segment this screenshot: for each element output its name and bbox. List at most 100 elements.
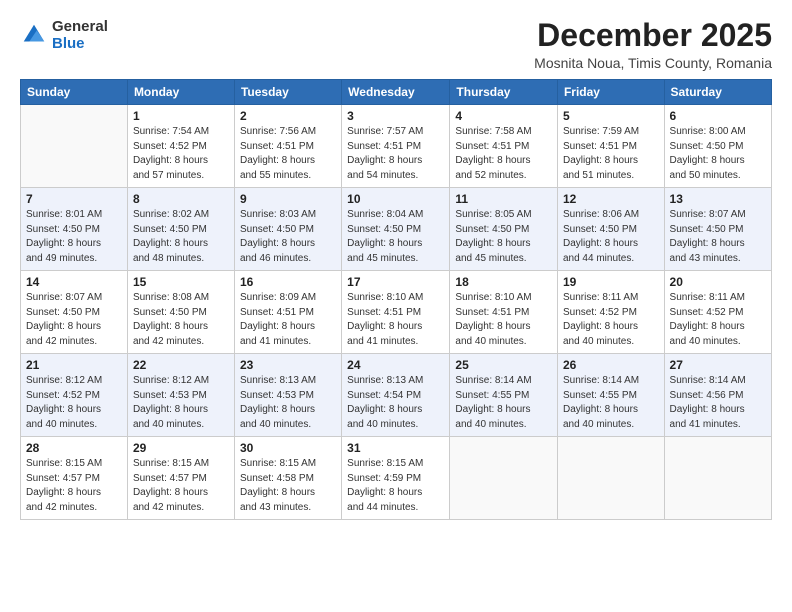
table-cell: 31Sunrise: 8:15 AM Sunset: 4:59 PM Dayli… [342, 437, 450, 520]
day-number: 14 [26, 275, 122, 289]
table-cell: 13 Sunrise: 8:07 AM Sunset: 4:50 PM Dayli… [664, 188, 771, 271]
header-wednesday: Wednesday [342, 80, 450, 105]
day-info: Sunrise: 8:11 AM Sunset: 4:52 PM Dayligh… [670, 291, 766, 349]
day-number: 23 [240, 358, 336, 372]
calendar-header-row: Sunday Monday Tuesday Wednesday Thursday… [21, 80, 772, 105]
day-number: 29 [133, 441, 229, 455]
table-cell [557, 437, 664, 520]
day-number: 30 [240, 441, 336, 455]
day-number: 16 [240, 275, 336, 289]
day-info: Sunrise: 8:14 AM Sunset: 4:55 PM Dayligh… [455, 374, 552, 432]
day-info: Sunrise: 8:08 AM Sunset: 4:50 PM Dayligh… [133, 291, 229, 349]
table-cell: 1 Sunrise: 7:54 AM Sunset: 4:52 PM Daylig… [127, 105, 234, 188]
table-cell: 21Sunrise: 8:12 AM Sunset: 4:52 PM Dayli… [21, 354, 128, 437]
table-cell: 26 Sunrise: 8:14 AM Sunset: 4:55 PM Dayli… [557, 354, 664, 437]
header-saturday: Saturday [664, 80, 771, 105]
header: General Blue December 2025 Mosnita Noua,… [20, 18, 772, 71]
day-info: Sunrise: 8:11 AM Sunset: 4:52 PM Dayligh… [563, 291, 659, 349]
day-info: Sunrise: 8:13 AM Sunset: 4:53 PM Dayligh… [240, 374, 336, 432]
table-cell: 18Sunrise: 8:10 AM Sunset: 4:51 PM Dayli… [450, 271, 558, 354]
day-number: 7 [26, 192, 122, 206]
day-number: 22 [133, 358, 229, 372]
table-cell: 20 Sunrise: 8:11 AM Sunset: 4:52 PM Dayli… [664, 271, 771, 354]
table-cell: 25 Sunrise: 8:14 AM Sunset: 4:55 PM Dayli… [450, 354, 558, 437]
day-info: Sunrise: 8:14 AM Sunset: 4:55 PM Dayligh… [563, 374, 659, 432]
day-info: Sunrise: 7:59 AM Sunset: 4:51 PM Dayligh… [563, 125, 659, 183]
day-info: Sunrise: 8:09 AM Sunset: 4:51 PM Dayligh… [240, 291, 336, 349]
table-cell: 6Sunrise: 8:00 AM Sunset: 4:50 PM Daylig… [664, 105, 771, 188]
logo-text: General Blue [52, 18, 108, 53]
day-info: Sunrise: 8:13 AM Sunset: 4:54 PM Dayligh… [347, 374, 444, 432]
day-number: 21 [26, 358, 122, 372]
day-info: Sunrise: 8:02 AM Sunset: 4:50 PM Dayligh… [133, 208, 229, 266]
day-info: Sunrise: 8:10 AM Sunset: 4:51 PM Dayligh… [347, 291, 444, 349]
logo: General Blue [20, 18, 108, 53]
day-number: 3 [347, 109, 444, 123]
day-info: Sunrise: 7:54 AM Sunset: 4:52 PM Dayligh… [133, 125, 229, 183]
day-info: Sunrise: 8:15 AM Sunset: 4:58 PM Dayligh… [240, 457, 336, 515]
table-cell: 3 Sunrise: 7:57 AM Sunset: 4:51 PM Daylig… [342, 105, 450, 188]
day-info: Sunrise: 8:05 AM Sunset: 4:50 PM Dayligh… [455, 208, 552, 266]
day-number: 27 [670, 358, 766, 372]
day-info: Sunrise: 8:04 AM Sunset: 4:50 PM Dayligh… [347, 208, 444, 266]
calendar: Sunday Monday Tuesday Wednesday Thursday… [20, 79, 772, 520]
day-info: Sunrise: 8:10 AM Sunset: 4:51 PM Dayligh… [455, 291, 552, 349]
day-number: 24 [347, 358, 444, 372]
day-number: 13 [670, 192, 766, 206]
day-number: 6 [670, 109, 766, 123]
day-info: Sunrise: 7:58 AM Sunset: 4:51 PM Dayligh… [455, 125, 552, 183]
day-number: 8 [133, 192, 229, 206]
table-cell [450, 437, 558, 520]
day-number: 26 [563, 358, 659, 372]
day-number: 17 [347, 275, 444, 289]
table-cell: 11 Sunrise: 8:05 AM Sunset: 4:50 PM Dayli… [450, 188, 558, 271]
day-info: Sunrise: 8:14 AM Sunset: 4:56 PM Dayligh… [670, 374, 766, 432]
table-cell: 22Sunrise: 8:12 AM Sunset: 4:53 PM Dayli… [127, 354, 234, 437]
week-row-4: 21Sunrise: 8:12 AM Sunset: 4:52 PM Dayli… [21, 354, 772, 437]
table-cell: 9 Sunrise: 8:03 AM Sunset: 4:50 PM Daylig… [234, 188, 341, 271]
day-number: 31 [347, 441, 444, 455]
day-number: 20 [670, 275, 766, 289]
day-info: Sunrise: 8:03 AM Sunset: 4:50 PM Dayligh… [240, 208, 336, 266]
header-friday: Friday [557, 80, 664, 105]
day-number: 4 [455, 109, 552, 123]
table-cell: 16 Sunrise: 8:09 AM Sunset: 4:51 PM Dayli… [234, 271, 341, 354]
header-tuesday: Tuesday [234, 80, 341, 105]
week-row-5: 28 Sunrise: 8:15 AM Sunset: 4:57 PM Dayli… [21, 437, 772, 520]
table-cell: 12Sunrise: 8:06 AM Sunset: 4:50 PM Dayli… [557, 188, 664, 271]
table-cell: 17 Sunrise: 8:10 AM Sunset: 4:51 PM Dayli… [342, 271, 450, 354]
page: General Blue December 2025 Mosnita Noua,… [0, 0, 792, 612]
day-info: Sunrise: 8:07 AM Sunset: 4:50 PM Dayligh… [670, 208, 766, 266]
day-number: 12 [563, 192, 659, 206]
table-cell: 28 Sunrise: 8:15 AM Sunset: 4:57 PM Dayli… [21, 437, 128, 520]
day-number: 28 [26, 441, 122, 455]
subtitle: Mosnita Noua, Timis County, Romania [534, 55, 772, 71]
logo-icon [20, 21, 48, 49]
table-cell: 4 Sunrise: 7:58 AM Sunset: 4:51 PM Daylig… [450, 105, 558, 188]
day-info: Sunrise: 7:57 AM Sunset: 4:51 PM Dayligh… [347, 125, 444, 183]
day-number: 11 [455, 192, 552, 206]
day-number: 9 [240, 192, 336, 206]
day-number: 5 [563, 109, 659, 123]
table-cell: 23 Sunrise: 8:13 AM Sunset: 4:53 PM Dayli… [234, 354, 341, 437]
day-number: 10 [347, 192, 444, 206]
day-number: 19 [563, 275, 659, 289]
header-thursday: Thursday [450, 80, 558, 105]
day-info: Sunrise: 8:01 AM Sunset: 4:50 PM Dayligh… [26, 208, 122, 266]
table-cell: 19 Sunrise: 8:11 AM Sunset: 4:52 PM Dayli… [557, 271, 664, 354]
table-cell: 30 Sunrise: 8:15 AM Sunset: 4:58 PM Dayli… [234, 437, 341, 520]
table-cell [664, 437, 771, 520]
table-cell: 10 Sunrise: 8:04 AM Sunset: 4:50 PM Dayli… [342, 188, 450, 271]
day-info: Sunrise: 8:07 AM Sunset: 4:50 PM Dayligh… [26, 291, 122, 349]
table-cell: 14 Sunrise: 8:07 AM Sunset: 4:50 PM Dayli… [21, 271, 128, 354]
day-number: 25 [455, 358, 552, 372]
week-row-1: 1 Sunrise: 7:54 AM Sunset: 4:52 PM Daylig… [21, 105, 772, 188]
table-cell: 15Sunrise: 8:08 AM Sunset: 4:50 PM Dayli… [127, 271, 234, 354]
table-cell: 27 Sunrise: 8:14 AM Sunset: 4:56 PM Dayli… [664, 354, 771, 437]
day-number: 1 [133, 109, 229, 123]
table-cell: 8 Sunrise: 8:02 AM Sunset: 4:50 PM Daylig… [127, 188, 234, 271]
day-info: Sunrise: 8:15 AM Sunset: 4:57 PM Dayligh… [26, 457, 122, 515]
table-cell: 24 Sunrise: 8:13 AM Sunset: 4:54 PM Dayli… [342, 354, 450, 437]
table-cell [21, 105, 128, 188]
week-row-3: 14 Sunrise: 8:07 AM Sunset: 4:50 PM Dayli… [21, 271, 772, 354]
